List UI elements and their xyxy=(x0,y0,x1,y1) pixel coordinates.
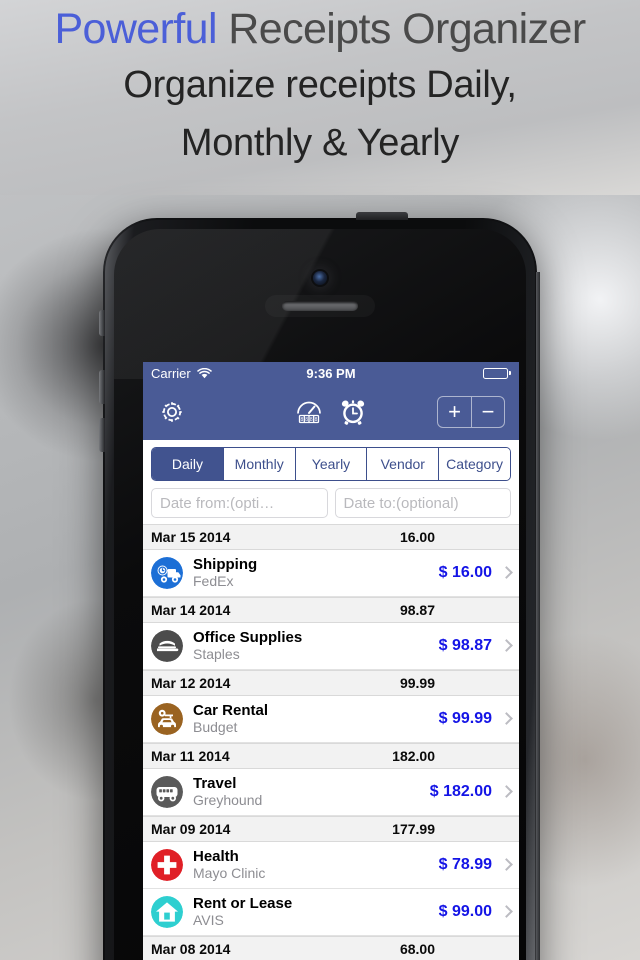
device-glass: Carrier 9:36 PM 8 8 8 8 + − Daily Monthl… xyxy=(114,229,526,960)
chevron-right-icon[interactable] xyxy=(502,566,511,581)
group-total: 16.00 xyxy=(399,529,435,545)
segment-vendor[interactable]: Vendor xyxy=(366,448,439,480)
app-screen: Carrier 9:36 PM 8 8 8 8 + − Daily Monthl… xyxy=(143,362,519,960)
device-side-seam xyxy=(536,272,540,960)
promo-headline-accent: Powerful xyxy=(54,5,217,53)
group-total: 98.87 xyxy=(399,602,435,618)
receipt-vendor: Mayo Clinic xyxy=(193,865,266,881)
receipt-vendor: Greyhound xyxy=(193,792,263,808)
device-rim: Carrier 9:36 PM 8 8 8 8 + − Daily Monthl… xyxy=(105,220,535,960)
chevron-right-icon[interactable] xyxy=(502,712,511,727)
receipt-category: Car Rental xyxy=(193,702,269,719)
promo-headline: Powerful Receipts Organizer xyxy=(0,2,640,56)
receipt-row[interactable]: Rent or Lease AVIS $ 99.00 xyxy=(143,889,519,936)
date-filter-row: Date from:(opti… Date to:(optional) xyxy=(143,481,519,524)
status-clock: 9:36 PM xyxy=(306,365,356,381)
shipping-truck-icon xyxy=(151,557,183,589)
segment-daily[interactable]: Daily xyxy=(152,448,223,480)
group-total: 68.00 xyxy=(399,941,435,957)
date-group-header: Mar 09 2014 177.99 xyxy=(143,816,519,842)
house-icon xyxy=(151,896,183,928)
group-date: Mar 11 2014 xyxy=(151,748,230,764)
car-key-icon xyxy=(151,703,183,735)
receipt-list[interactable]: Mar 15 2014 16.00 Shipping FedEx $ 16.00 Mar … xyxy=(143,524,519,960)
medical-cross-icon xyxy=(151,849,183,881)
receipt-category: Shipping xyxy=(193,556,258,573)
svg-text:8: 8 xyxy=(310,417,313,423)
date-group-header: Mar 08 2014 68.00 xyxy=(143,936,519,960)
receipt-category: Health xyxy=(193,848,239,865)
segment-monthly[interactable]: Monthly xyxy=(222,448,295,480)
group-date: Mar 12 2014 xyxy=(151,675,231,691)
receipt-vendor: FedEx xyxy=(193,573,234,589)
receipt-amount: $ 99.99 xyxy=(438,710,492,727)
receipt-amount: $ 98.87 xyxy=(438,637,492,654)
receipt-row[interactable]: Travel Greyhound $ 182.00 xyxy=(143,769,519,816)
promo-subline-1: Organize receipts Daily, xyxy=(123,64,517,106)
date-group-header: Mar 12 2014 99.99 xyxy=(143,670,519,696)
receipt-row[interactable]: Car Rental Budget $ 99.99 xyxy=(143,696,519,743)
add-remove-segmented-control: + − xyxy=(437,396,505,428)
stapler-icon xyxy=(151,630,183,662)
chevron-right-icon[interactable] xyxy=(502,785,511,800)
segment-category[interactable]: Category xyxy=(438,448,510,480)
group-total: 177.99 xyxy=(392,821,435,837)
promo-subline-2: Monthly & Yearly xyxy=(180,122,460,164)
odometer-icon[interactable]: 88 88 xyxy=(294,397,324,427)
group-total: 182.00 xyxy=(392,748,435,764)
chevron-right-icon[interactable] xyxy=(502,905,511,920)
receipt-category: Rent or Lease xyxy=(193,895,293,912)
alarm-clock-icon[interactable] xyxy=(338,397,368,427)
date-group-header: Mar 14 2014 98.87 xyxy=(143,597,519,623)
receipt-category: Travel xyxy=(193,775,237,792)
svg-text:8: 8 xyxy=(300,417,303,423)
receipt-amount: $ 16.00 xyxy=(438,564,492,581)
chevron-right-icon[interactable] xyxy=(502,858,511,873)
svg-text:8: 8 xyxy=(305,417,308,423)
iphone-device-mockup: Carrier 9:36 PM 8 8 8 8 + − Daily Monthl… xyxy=(99,212,540,960)
receipt-amount: $ 78.99 xyxy=(438,856,492,873)
receipt-category: Office Supplies xyxy=(193,629,303,646)
promo-headline-area: Powerful Receipts Organizer Organize rec… xyxy=(0,0,640,195)
group-date: Mar 15 2014 xyxy=(151,529,231,545)
chevron-right-icon[interactable] xyxy=(502,639,511,654)
receipt-amount: $ 182.00 xyxy=(429,783,492,800)
svg-text:8: 8 xyxy=(315,417,318,423)
battery-full-icon xyxy=(483,367,511,379)
date-to-input[interactable]: Date to:(optional) xyxy=(334,488,511,518)
receipt-vendor: Budget xyxy=(193,719,238,735)
receipt-vendor: AVIS xyxy=(193,912,224,928)
receipt-amount: $ 99.00 xyxy=(438,903,492,920)
group-date: Mar 08 2014 xyxy=(151,941,231,957)
view-mode-segmented-control: Daily Monthly Yearly Vendor Category xyxy=(151,447,511,481)
app-store-promo-screenshot: Powerful Receipts Organizer Organize rec… xyxy=(0,0,640,960)
navigation-bar: 88 88 + − xyxy=(143,384,519,440)
segment-yearly[interactable]: Yearly xyxy=(294,448,367,480)
date-group-header: Mar 15 2014 16.00 xyxy=(143,524,519,550)
gear-icon[interactable] xyxy=(157,397,187,427)
receipt-row[interactable]: Health Mayo Clinic $ 78.99 xyxy=(143,842,519,889)
group-date: Mar 09 2014 xyxy=(151,821,231,837)
remove-receipt-button[interactable]: − xyxy=(471,397,504,427)
date-from-input[interactable]: Date from:(opti… xyxy=(151,488,328,518)
status-bar: Carrier 9:36 PM xyxy=(143,362,519,384)
add-receipt-button[interactable]: + xyxy=(438,397,471,427)
group-total: 99.99 xyxy=(399,675,435,691)
promo-headline-rest: Receipts Organizer xyxy=(216,5,586,53)
date-group-header: Mar 11 2014 182.00 xyxy=(143,743,519,769)
receipt-vendor: Staples xyxy=(193,646,240,662)
bus-icon xyxy=(151,776,183,808)
earpiece-speaker xyxy=(282,301,358,311)
receipt-row[interactable]: Shipping FedEx $ 16.00 xyxy=(143,550,519,597)
front-camera-icon xyxy=(313,271,327,285)
receipt-row[interactable]: Office Supplies Staples $ 98.87 xyxy=(143,623,519,670)
group-date: Mar 14 2014 xyxy=(151,602,231,618)
